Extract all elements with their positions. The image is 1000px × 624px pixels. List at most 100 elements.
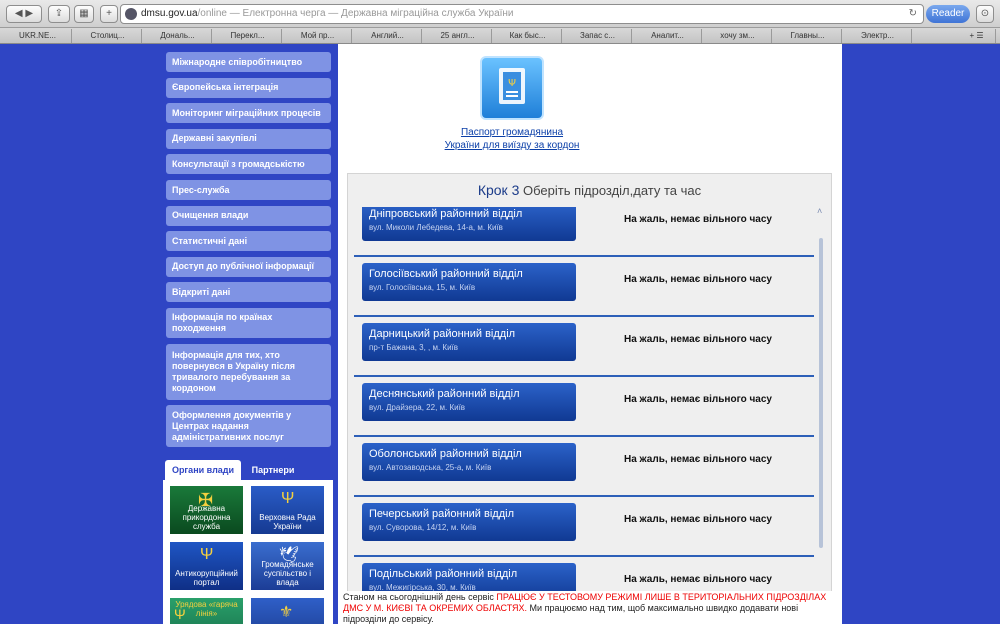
tile-border-service[interactable]: ✠ Державна прикордонна служба [169,485,244,535]
tile-anticorruption[interactable]: Ψ Антикорупційний портал [169,541,244,591]
department-name: Оболонський районний відділ [369,448,522,460]
sidebar-item[interactable]: Доступ до публічної інформації [166,256,331,277]
bookmark-item[interactable]: Дональ... [144,29,212,43]
tile-hotline[interactable]: Ψ Урядова «гаряча лінія» [169,597,244,624]
sidebar-item[interactable]: Державні закупівлі [166,128,331,149]
passport-service-link[interactable]: Паспорт громадянина України для виїзду з… [430,126,594,152]
bookmark-item[interactable]: Электр... [844,29,912,43]
tab-government[interactable]: Органи влади [165,460,241,480]
step-number: Крок 3 [477,182,520,198]
department-name: Голосіївський районний відділ [369,268,523,280]
bookmark-item[interactable]: Аналит... [634,29,702,43]
sidebar-item[interactable]: Консультації з громадськістю [166,154,331,175]
site-favicon [125,8,137,20]
trident-icon: Ψ [200,546,214,563]
sidebar-item[interactable]: Міжнародне співробітництво [166,52,331,72]
department-button[interactable]: Подільський районний відділ вул. Межигірс… [362,563,576,592]
department-row: Деснянський районний відділ вул. Драйзера… [354,377,814,437]
add-bookmark-icon[interactable]: + ☰ [958,29,996,43]
availability-status: На жаль, немає вільного часу [624,514,772,525]
sidebar-item[interactable]: Статистичні дані [166,231,331,252]
bookmark-item[interactable]: Столиц... [74,29,142,43]
sidebar-item[interactable]: Прес-служба [166,180,331,200]
scrollbar-thumb[interactable] [819,238,823,548]
department-button[interactable]: Дніпровський районний відділ вул. Миколи … [362,207,576,241]
passport-service-icon[interactable]: Ψ [480,56,544,120]
department-list: Дніпровський районний відділ вул. Миколи … [354,207,814,592]
bookmarks-bar: UKR.NE... Столиц... Дональ... Перекл... Мой … [0,28,1000,44]
department-address: вул. Голосіївська, 15, м. Київ [369,283,476,292]
tile-label: Урядова «гаряча лінія» [175,600,238,618]
tile-label: Верховна Рада України [259,513,316,531]
availability-status: На жаль, немає вільного часу [624,214,772,225]
coat-of-arms-icon: ⚜ [279,604,294,621]
availability-status: На жаль, немає вільного часу [624,454,772,465]
bookmark-item[interactable]: 25 англ... [424,29,492,43]
department-button[interactable]: Деснянський районний відділ вул. Драйзера… [362,383,576,421]
back-forward-buttons[interactable]: ◀ ▶ [6,5,42,23]
availability-status: На жаль, немає вільного часу [624,274,772,285]
sidebar-item[interactable]: Відкриті дані [166,282,331,303]
new-tab-icon[interactable]: + [100,5,118,23]
page-title: — Електронна черга — Державна міграційна… [226,8,514,19]
bookmark-item[interactable]: хочу зм... [704,29,772,43]
share-icon[interactable]: ⇪ [48,5,70,23]
trident-icon: Ψ [281,490,295,507]
tile-civil-society[interactable]: 🕊 Громадянське суспільство і влада [250,541,325,591]
sidebar-item[interactable]: Інформація для тих, хто повернувся в Укр… [166,343,331,400]
department-address: вул. Автозаводська, 25-а, м. Київ [369,463,492,472]
department-address: пр-т Бажана, 3, , м. Київ [369,343,459,352]
tile-parliament[interactable]: Ψ Верховна Рада України [250,485,325,535]
tile-government-portal[interactable]: ⚜ [250,597,325,624]
notice-prefix: Станом на сьогоднішній день сервіс [343,592,497,602]
department-address: вул. Миколи Лебедева, 14-а, м. Київ [369,223,503,232]
service-link-line1: Паспорт громадянина [460,127,564,138]
tile-label: Державна прикордонна служба [182,504,231,531]
department-row: Дніпровський районний відділ вул. Миколи … [354,207,814,257]
svg-text:Ψ: Ψ [508,78,516,89]
top-sites-icon[interactable]: ▦ [74,5,94,23]
bookmark-item[interactable]: Перекл... [214,29,282,43]
bookmark-item[interactable]: Англий... [354,29,422,43]
department-name: Дарницький районний відділ [369,328,516,340]
department-name: Дніпровський районний відділ [369,208,523,220]
bookmark-item[interactable]: Как быс... [494,29,562,43]
department-row: Печерський районний відділ вул. Суворова,… [354,497,814,557]
department-button[interactable]: Оболонський районний відділ вул. Автозаво… [362,443,576,481]
department-name: Подільський районний відділ [369,568,518,580]
service-notice: Станом на сьогоднішній день сервіс ПРАЦЮ… [340,591,840,624]
sidebar-item[interactable]: Європейська інтеграція [166,77,331,98]
availability-status: На жаль, немає вільного часу [624,394,772,405]
sidebar-item[interactable]: Оформлення документів у Центрах надання … [166,405,331,448]
passport-document-icon: Ψ [499,68,525,104]
downloads-icon[interactable]: ⊙ [976,5,994,23]
availability-status: На жаль, немає вільного часу [624,334,772,345]
sidebar-item[interactable]: Очищення влади [166,205,331,226]
sidebar-item[interactable]: Інформація по країнах походження [166,308,331,338]
bookmark-item[interactable]: Мой пр... [284,29,352,43]
reader-button[interactable]: Reader [926,5,970,23]
department-row: Дарницький районний відділ пр-т Бажана, 3… [354,317,814,377]
tab-partners[interactable]: Партнери [243,460,303,480]
sidebar-tabs: Органи влади Партнери [165,460,335,480]
bookmark-item[interactable]: Главны... [774,29,842,43]
department-button[interactable]: Дарницький районний відділ пр-т Бажана, 3… [362,323,576,361]
step-instruction: Оберіть підрозділ,дату та час [522,183,702,198]
department-list-scrollbar[interactable]: ˄ [817,206,824,585]
department-address: вул. Драйзера, 22, м. Київ [369,403,466,412]
department-row: Подільський районний відділ вул. Межигірс… [354,557,814,592]
bookmark-item[interactable]: UKR.NE... [4,29,72,43]
reload-icon[interactable]: ↻ [909,5,917,23]
browser-toolbar: ◀ ▶ ⇪ ▦ + dmsu.gov.ua/online — Електронн… [0,0,1000,28]
tile-label: Громадянське суспільство і влада [261,560,314,587]
department-address: вул. Суворова, 14/12, м. Київ [369,523,477,532]
step-heading: Крок 3 Оберіть підрозділ,дату та час [347,182,832,198]
sidebar-item[interactable]: Моніторинг міграційних процесів [166,103,331,124]
scroll-up-icon[interactable]: ˄ [817,206,822,216]
department-row: Оболонський районний відділ вул. Автозаво… [354,437,814,497]
url-host: dmsu.gov.ua [141,8,198,19]
department-button[interactable]: Печерський районний відділ вул. Суворова,… [362,503,576,541]
department-button[interactable]: Голосіївський районний відділ вул. Голосі… [362,263,576,301]
bookmark-item[interactable]: Запас с... [564,29,632,43]
address-bar[interactable]: dmsu.gov.ua/online — Електронна черга — … [120,4,924,24]
